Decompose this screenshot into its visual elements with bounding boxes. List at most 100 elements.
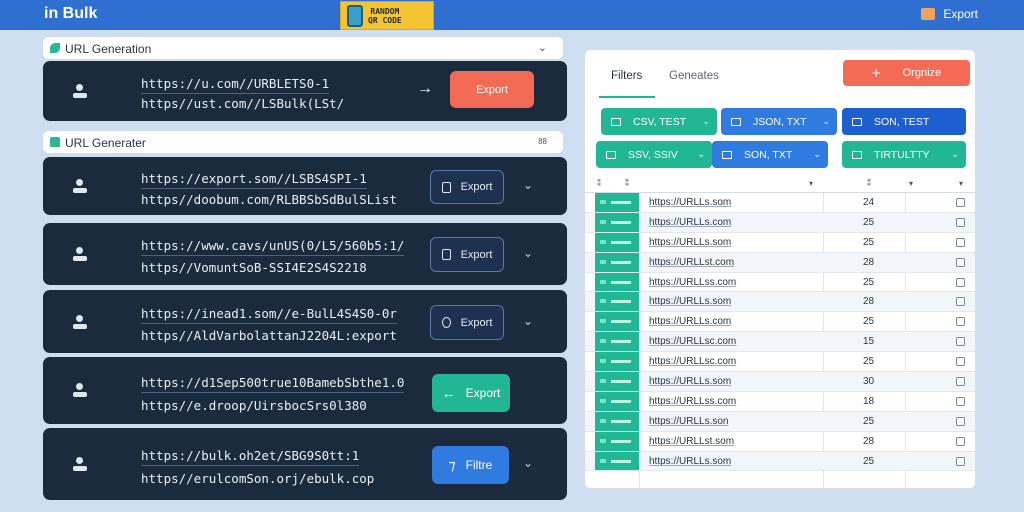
tab-filters[interactable]: Filters bbox=[611, 70, 642, 82]
chevron-down-icon[interactable]: ⌄ bbox=[523, 456, 533, 470]
sort-down-icon[interactable]: ▾ bbox=[809, 179, 813, 188]
row-checkbox[interactable] bbox=[956, 357, 965, 367]
top-export-label: Export bbox=[943, 7, 978, 21]
row-url[interactable]: https://URLLs.com bbox=[649, 217, 731, 228]
row-tag bbox=[595, 312, 639, 332]
format-option[interactable]: SSV, SSIV ⌄ bbox=[596, 141, 712, 168]
row-checkbox[interactable] bbox=[956, 396, 965, 406]
row-tag bbox=[595, 272, 639, 292]
table-row[interactable]: https://URLLs.son 25 bbox=[585, 411, 975, 432]
chevron-down-icon[interactable]: ⌄ bbox=[538, 41, 547, 54]
chevron-down-icon: ⌄ bbox=[702, 116, 710, 126]
row-checkbox[interactable] bbox=[956, 416, 965, 426]
row-count: 25 bbox=[863, 356, 875, 368]
format-option[interactable]: SON, TXT ⌄ bbox=[712, 141, 828, 168]
row-tag bbox=[595, 451, 639, 471]
user-icon bbox=[73, 315, 87, 329]
row-url[interactable]: https://URLLst.som bbox=[649, 436, 734, 447]
format-option[interactable]: SON, TEST bbox=[842, 108, 966, 135]
url-row: https://d1Sep500true10BamebSbthe1.0 http… bbox=[43, 357, 567, 424]
row-tag bbox=[595, 372, 639, 391]
filter-button[interactable]: ⁊ Filtre bbox=[432, 446, 509, 484]
row-checkbox[interactable] bbox=[956, 297, 965, 307]
export-button[interactable]: Export bbox=[430, 305, 504, 340]
table-row[interactable]: https://URLLsc.com 15 bbox=[585, 332, 975, 353]
row-url[interactable]: https://URLLst.com bbox=[649, 257, 734, 268]
table-row[interactable]: https://URLLs.com 25 bbox=[585, 312, 975, 333]
row-url[interactable]: https://URLLs.som bbox=[649, 197, 731, 208]
row-url[interactable]: https://URLLsc.com bbox=[649, 356, 736, 367]
table-row[interactable]: https://URLLst.com 28 bbox=[585, 252, 975, 273]
row-url[interactable]: https://URLLs.som bbox=[649, 296, 731, 307]
row-url[interactable]: https://URLLs.son bbox=[649, 416, 728, 427]
export-button[interactable]: Export bbox=[430, 237, 504, 272]
table-row[interactable]: https://URLLs.som 28 bbox=[585, 292, 975, 313]
user-icon bbox=[73, 84, 87, 98]
table-row[interactable]: https://URLLst.som 28 bbox=[585, 431, 975, 452]
chevron-down-icon: ⌄ bbox=[822, 116, 830, 126]
sort-icon[interactable]: ⁑ bbox=[625, 179, 629, 188]
format-label: SON, TXT bbox=[744, 148, 793, 161]
tab-generates[interactable]: Geneates bbox=[669, 70, 719, 82]
user-icon bbox=[73, 247, 87, 261]
table-row[interactable]: https://URLLss.com 25 bbox=[585, 272, 975, 293]
row-tag bbox=[595, 252, 639, 272]
chevron-down-icon[interactable]: ⌄ bbox=[523, 246, 533, 260]
row-checkbox[interactable] bbox=[956, 217, 965, 227]
table-row[interactable]: https://URLLs.som 25 bbox=[585, 451, 975, 472]
format-option[interactable]: JSON, TXT ⌄ bbox=[721, 108, 837, 135]
row-url[interactable]: https://URLLs.som bbox=[649, 456, 731, 467]
leaf-icon bbox=[50, 43, 60, 53]
format-option[interactable]: TIRTULTTY ⌄ bbox=[842, 141, 966, 168]
row-tag bbox=[595, 391, 639, 411]
sort-down-icon[interactable]: ▾ bbox=[959, 179, 963, 188]
chevron-down-icon[interactable]: ⌄ bbox=[523, 314, 533, 328]
row-checkbox[interactable] bbox=[956, 377, 965, 387]
url-text: https//erulcomSon.orj/ebulk.cop bbox=[141, 471, 375, 486]
export-button[interactable]: ← Export bbox=[432, 374, 510, 412]
random-qr-code-logo: RANDOM QR CODE bbox=[340, 1, 434, 30]
row-checkbox[interactable] bbox=[956, 277, 965, 287]
url-generater-header[interactable]: URL Generater 88 bbox=[43, 131, 563, 153]
table-row[interactable]: https://URLLs.som 30 bbox=[585, 372, 975, 392]
plus-icon: + bbox=[871, 64, 881, 82]
row-checkbox[interactable] bbox=[956, 337, 965, 347]
grid-icon[interactable]: 88 bbox=[538, 137, 547, 146]
top-export-button[interactable]: Export bbox=[921, 7, 978, 21]
export-button[interactable]: Export bbox=[450, 71, 534, 108]
table-row[interactable]: https://URLLsc.com 25 bbox=[585, 352, 975, 373]
table-row[interactable]: https://URLLs.som 24 bbox=[585, 193, 975, 213]
row-checkbox[interactable] bbox=[956, 436, 965, 446]
file-icon bbox=[441, 181, 451, 193]
table-row[interactable]: https://URLLs.com 25 bbox=[585, 212, 975, 233]
url-text: https://d1Sep500true10BamebSbthe1.0 bbox=[141, 375, 405, 393]
row-url[interactable]: https://URLLs.som bbox=[649, 376, 731, 387]
row-checkbox[interactable] bbox=[956, 317, 965, 327]
format-option[interactable]: CSV, TEST ⌄ bbox=[601, 108, 717, 135]
organize-button[interactable]: + Orgnize bbox=[843, 60, 970, 86]
chevron-down-icon[interactable]: ⌄ bbox=[523, 178, 533, 192]
sort-down-icon[interactable]: ▾ bbox=[909, 179, 913, 188]
row-tag bbox=[595, 212, 639, 232]
row-tag bbox=[595, 352, 639, 372]
row-checkbox[interactable] bbox=[956, 257, 965, 267]
row-url[interactable]: https://URLLss.com bbox=[649, 396, 736, 407]
row-count: 25 bbox=[863, 236, 875, 248]
table-row[interactable]: https://URLLs.som 25 bbox=[585, 232, 975, 253]
url-generation-header[interactable]: URL Generation ⌄ bbox=[43, 37, 563, 59]
url-row: https://export.som//LSBS4SPI-1 https//do… bbox=[43, 157, 567, 215]
row-url[interactable]: https://URLLsc.com bbox=[649, 336, 736, 347]
export-button[interactable]: Export bbox=[430, 170, 504, 204]
row-url[interactable]: https://URLLs.com bbox=[649, 316, 731, 327]
sort-icon[interactable]: ⁑ bbox=[597, 179, 601, 188]
row-checkbox[interactable] bbox=[956, 198, 965, 207]
row-url[interactable]: https://URLLss.com bbox=[649, 277, 736, 288]
row-url[interactable]: https://URLLs.som bbox=[649, 237, 731, 248]
sort-icon[interactable]: ⁑ bbox=[867, 179, 871, 188]
table-row[interactable]: https://URLLss.com 18 bbox=[585, 391, 975, 412]
row-checkbox[interactable] bbox=[956, 237, 965, 247]
row-tag bbox=[595, 332, 639, 352]
row-count: 25 bbox=[863, 415, 875, 427]
row-checkbox[interactable] bbox=[956, 456, 965, 466]
file-icon bbox=[722, 150, 732, 159]
